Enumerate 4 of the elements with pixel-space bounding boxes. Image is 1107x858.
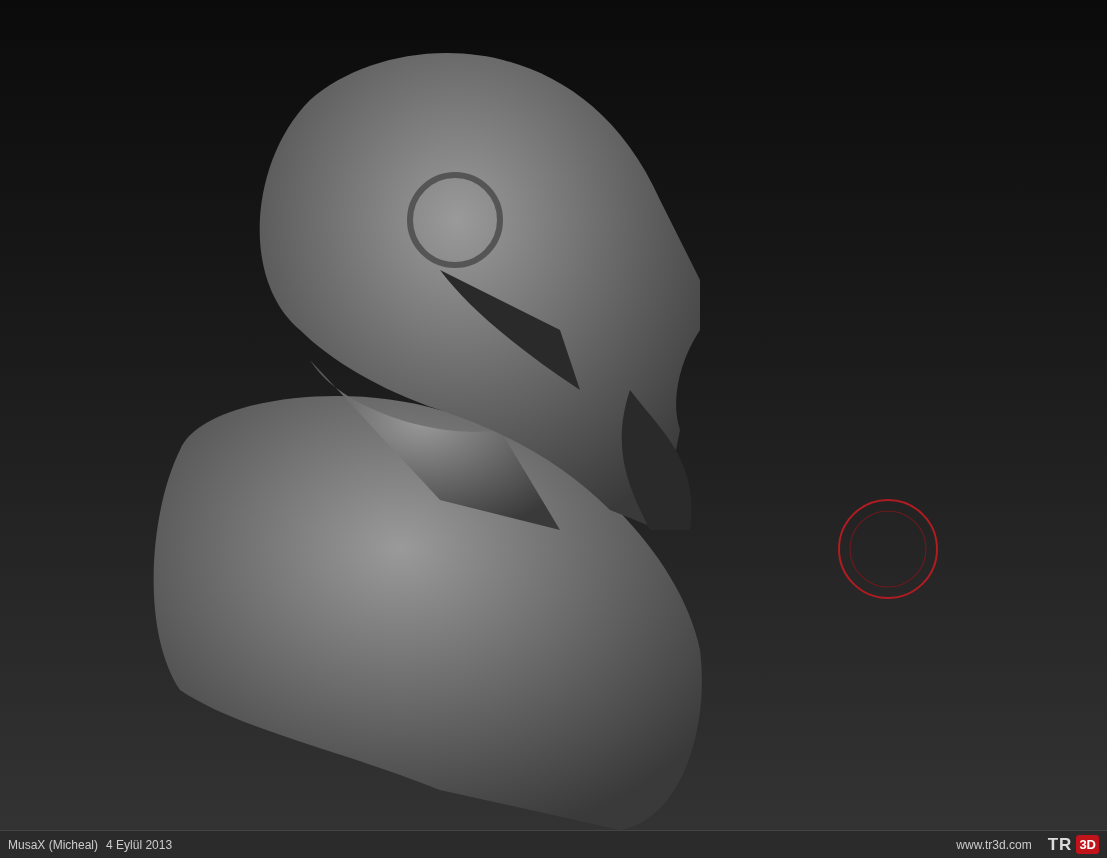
site-url: www.tr3d.com — [956, 836, 1032, 854]
date-text: 4 Eylül 2013 — [106, 836, 173, 854]
author-caption: MusaX (Micheal) — [8, 836, 99, 854]
site-logo: TR 3D — [1047, 831, 1099, 858]
